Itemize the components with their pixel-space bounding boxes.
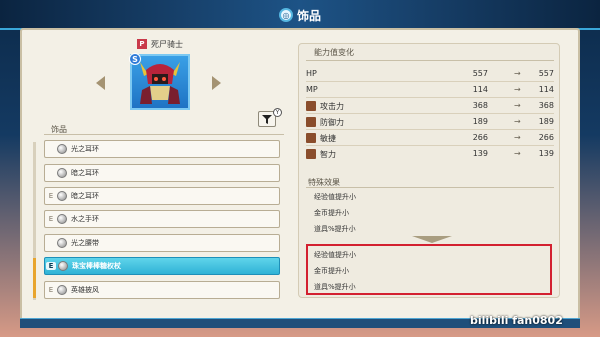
character-badge: P <box>137 39 147 49</box>
new-effect: 道具%提升小 <box>314 283 356 291</box>
current-effect: 金币提升小 <box>314 209 349 217</box>
special-effects-divider <box>306 187 554 188</box>
stat-current: 557 <box>472 69 488 78</box>
stat-new: 557 <box>538 69 554 78</box>
current-effect: 道具%提升小 <box>314 225 356 233</box>
stat-current: 189 <box>472 117 488 126</box>
stat-separator <box>306 129 554 130</box>
rank-badge: S <box>129 53 141 65</box>
accessory-item-selected[interactable]: E 珠宝棒棒糖权杖 <box>44 257 280 275</box>
stat-current: 368 <box>472 101 488 110</box>
arrow-right-icon: → <box>514 149 521 158</box>
accessory-icon <box>57 168 67 178</box>
stat-row-intelligence: 智力 139 → 139 <box>306 147 554 161</box>
stat-separator <box>306 97 554 98</box>
stat-current: 114 <box>472 85 488 94</box>
stats-heading: 能力值变化 <box>314 48 354 57</box>
shield-icon <box>306 117 316 127</box>
stat-new: 189 <box>538 117 554 126</box>
stat-name: 智力 <box>320 150 336 159</box>
accessory-name: 英雄披风 <box>71 286 99 294</box>
stat-row-hp: HP 557 → 557 <box>306 67 554 81</box>
stat-row-agility: 敏捷 266 → 266 <box>306 131 554 145</box>
stat-name: HP <box>306 69 317 78</box>
character-name: P 死尸骑士 <box>137 38 183 50</box>
ring-crest-icon: ◎ <box>278 8 293 22</box>
new-effect: 经验值提升小 <box>314 251 356 259</box>
list-divider <box>44 134 284 135</box>
accessory-name: 水之手环 <box>71 215 99 223</box>
accessory-item[interactable]: 光之耳环 <box>44 140 280 158</box>
stat-name: 攻击力 <box>320 102 344 111</box>
accessory-icon <box>57 144 67 154</box>
watermark: bilibili fan0802 <box>470 314 563 327</box>
accessory-icon <box>57 285 67 295</box>
stat-current: 139 <box>472 149 488 158</box>
stat-new: 368 <box>538 101 554 110</box>
compare-down-arrow-icon <box>412 236 452 243</box>
accessory-item[interactable]: E 英雄披风 <box>44 281 280 299</box>
stat-row-mp: MP 114 → 114 <box>306 83 554 97</box>
y-button-hint-icon: Y <box>273 108 282 117</box>
stat-name: 敏捷 <box>320 134 336 143</box>
accessory-name: 光之腰带 <box>71 239 99 247</box>
accessory-icon <box>57 238 67 248</box>
stats-divider <box>306 60 554 61</box>
arrow-right-icon: → <box>514 69 521 78</box>
accessory-icon <box>58 261 68 271</box>
accessory-name: 暗之耳环 <box>71 192 99 200</box>
filter-icon <box>262 114 272 124</box>
accessory-icon <box>57 214 67 224</box>
stat-row-defense: 防御力 189 → 189 <box>306 115 554 129</box>
arrow-right-icon: → <box>514 101 521 110</box>
equipped-mark: E <box>48 215 54 223</box>
accessory-item[interactable]: 光之腰带 <box>44 234 280 252</box>
accessory-name: 光之耳环 <box>71 145 99 153</box>
boot-icon <box>306 133 316 143</box>
stat-new: 139 <box>538 149 554 158</box>
screen-title: ◎ 饰品 <box>265 4 335 26</box>
current-effect: 经验值提升小 <box>314 193 356 201</box>
equipped-mark: E <box>48 286 54 294</box>
accessory-item[interactable]: 暗之耳环 <box>44 164 280 182</box>
new-effect: 金币提升小 <box>314 267 349 275</box>
stat-new: 266 <box>538 133 554 142</box>
arrow-right-icon: → <box>514 85 521 94</box>
accessory-icon <box>57 191 67 201</box>
stat-new: 114 <box>538 85 554 94</box>
prev-character-arrow-icon[interactable] <box>96 76 105 90</box>
stat-name: 防御力 <box>320 118 344 127</box>
stat-current: 266 <box>472 133 488 142</box>
stat-separator <box>306 81 554 82</box>
book-icon <box>306 149 316 159</box>
stat-separator <box>306 113 554 114</box>
stat-row-attack: 攻击力 368 → 368 <box>306 99 554 113</box>
accessory-name: 珠宝棒棒糖权杖 <box>72 262 121 270</box>
list-scrollbar-thumb[interactable] <box>33 258 36 298</box>
sword-icon <box>306 101 316 111</box>
equipped-mark: E <box>48 192 54 200</box>
equipped-mark: E <box>46 262 56 270</box>
arrow-right-icon: → <box>514 133 521 142</box>
stat-separator <box>306 145 554 146</box>
character-name-text: 死尸骑士 <box>151 39 183 49</box>
skeleton-knight-icon <box>140 62 180 104</box>
next-character-arrow-icon[interactable] <box>212 76 221 90</box>
accessory-item[interactable]: E 暗之耳环 <box>44 187 280 205</box>
accessory-name: 暗之耳环 <box>71 169 99 177</box>
stat-name: MP <box>306 85 318 94</box>
accessory-item[interactable]: E 水之手环 <box>44 210 280 228</box>
arrow-right-icon: → <box>514 117 521 126</box>
screen-title-text: 饰品 <box>296 8 321 23</box>
